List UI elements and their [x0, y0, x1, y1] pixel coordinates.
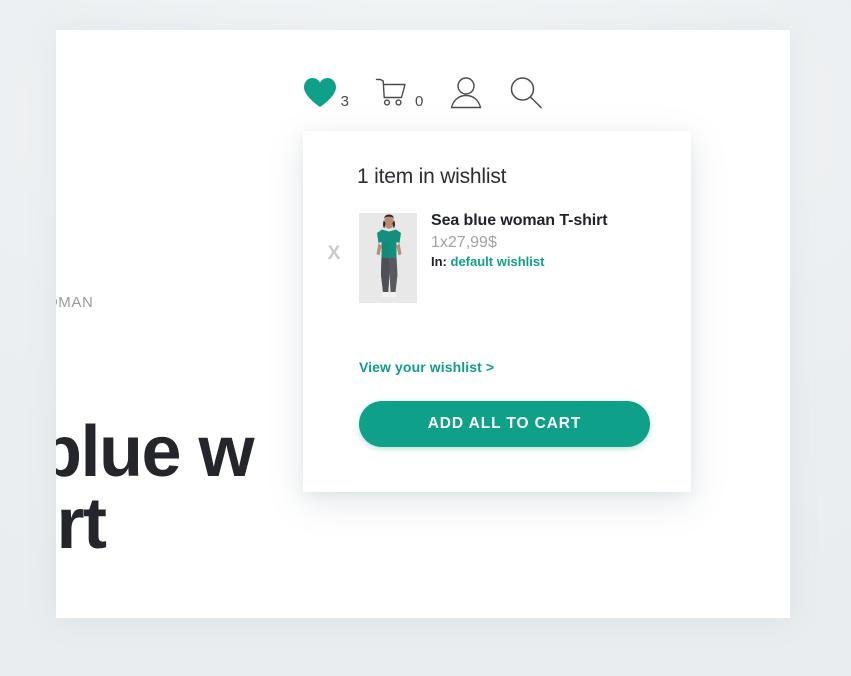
search-button[interactable]	[509, 76, 543, 115]
cart-button[interactable]: 0	[375, 77, 423, 113]
account-button[interactable]	[449, 76, 483, 114]
product-price: 1x27,99$	[431, 234, 497, 252]
wishlist-count: 3	[340, 93, 349, 110]
cart-count: 0	[415, 93, 424, 110]
wishlist-dropdown-panel: 1 item in wishlist X Sea blue woman T-sh…	[303, 131, 691, 492]
wishlist-label: In:	[431, 254, 447, 270]
search-icon[interactable]	[509, 76, 543, 115]
product-wishlist-line: In: default wishlist	[431, 254, 661, 271]
viewport: 3 0 MAN blue w rt 1 item in wishlist X S…	[0, 0, 851, 676]
wishlist-name-link[interactable]: default wishlist	[451, 254, 545, 269]
remove-item-button[interactable]: X	[321, 241, 347, 267]
add-all-to-cart-button[interactable]: ADD ALL TO CART	[359, 401, 650, 447]
user-account-icon[interactable]	[449, 76, 483, 114]
header-icon-bar: 3 0	[56, 60, 790, 130]
product-name[interactable]: Sea blue woman T-shirt	[431, 211, 661, 231]
breadcrumb[interactable]: OMAN	[56, 294, 93, 311]
wishlist-panel-heading: 1 item in wishlist	[357, 165, 507, 188]
view-wishlist-link[interactable]: View your wishlist >	[359, 359, 494, 375]
wishlist-button[interactable]: 3	[303, 77, 349, 113]
shopping-cart-icon[interactable]	[375, 77, 411, 113]
wishlist-item-row: X Sea blue woman T-shirt 1x27,99$ In: de…	[303, 211, 691, 318]
product-thumbnail[interactable]	[359, 213, 417, 303]
product-info: Sea blue woman T-shirt 1x27,99$ In: defa…	[431, 211, 661, 271]
wishlist-heart-icon[interactable]	[303, 77, 337, 113]
